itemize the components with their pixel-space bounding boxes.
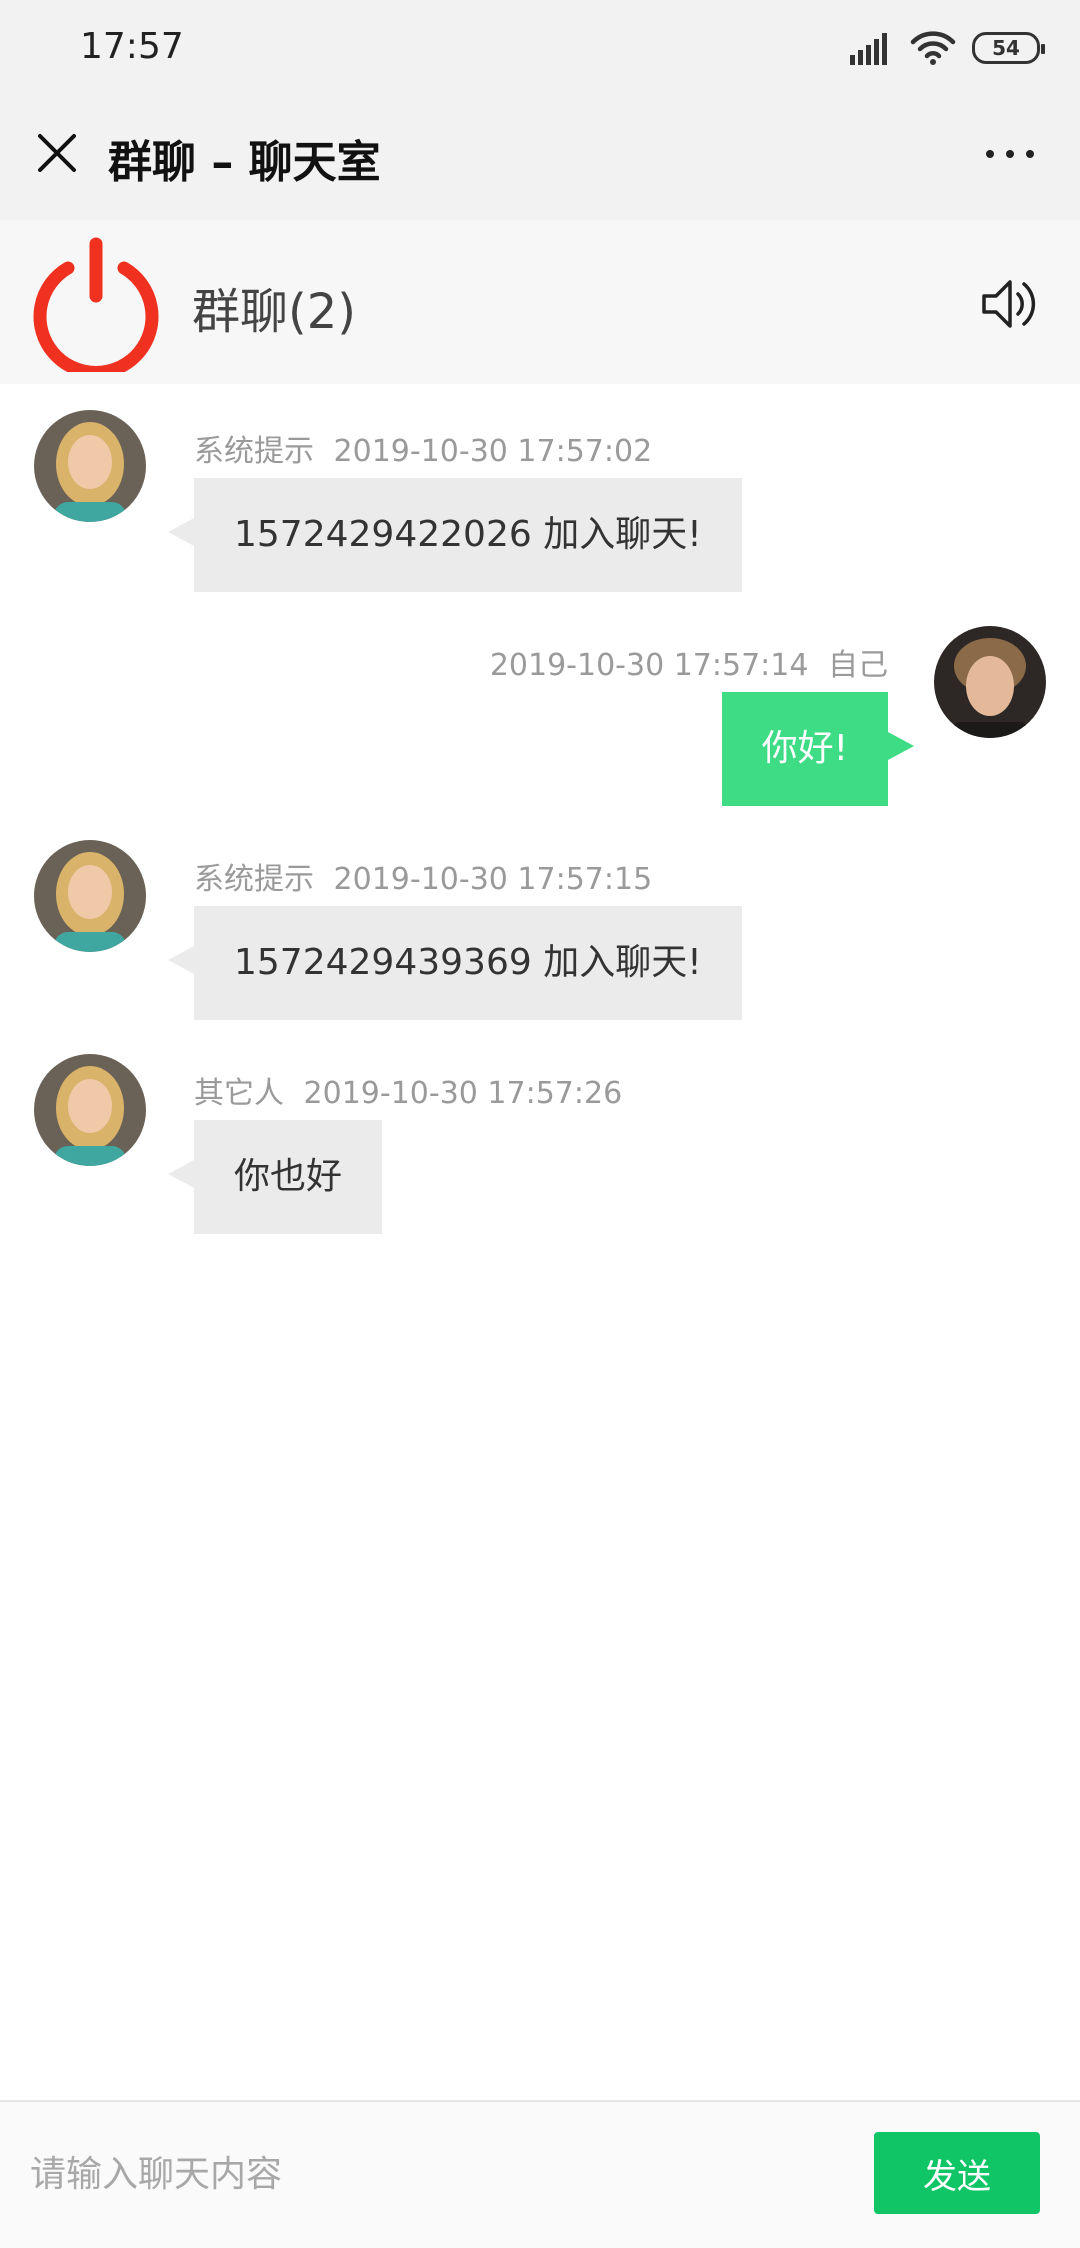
message-time: 2019-10-30 17:57:26	[303, 1076, 623, 1111]
wifi-icon	[910, 31, 956, 65]
chat-input[interactable]	[30, 2124, 860, 2224]
message-bubble[interactable]: 1572429439369 加入聊天!	[168, 906, 742, 1020]
message-time: 2019-10-30 17:57:02	[333, 434, 653, 469]
message-time: 2019-10-30 17:57:15	[333, 862, 653, 897]
more-icon[interactable]	[980, 134, 1040, 174]
message-bubble[interactable]: 你好!	[721, 692, 915, 806]
message-meta: 系统提示 2019-10-30 17:57:02	[194, 426, 652, 470]
avatar[interactable]	[34, 840, 146, 952]
input-bar: 发送	[0, 2100, 1080, 2248]
status-time: 17:57	[80, 26, 184, 67]
message-sender: 系统提示	[194, 434, 314, 469]
speaker-icon[interactable]	[978, 272, 1042, 336]
page-title: 群聊 – 聊天室	[108, 137, 381, 188]
avatar[interactable]	[34, 1054, 146, 1166]
signal-icon	[850, 33, 887, 65]
message-meta: 其它人 2019-10-30 17:57:26	[194, 1068, 622, 1112]
power-icon[interactable]	[30, 232, 162, 372]
battery-icon: 54	[972, 32, 1045, 64]
message-meta: 系统提示 2019-10-30 17:57:15	[194, 854, 652, 898]
close-icon[interactable]	[30, 126, 84, 180]
message-bubble[interactable]: 1572429422026 加入聊天!	[168, 478, 742, 592]
message-time: 2019-10-30 17:57:14	[489, 648, 809, 683]
message-meta: 2019-10-30 17:57:14 自己	[490, 640, 888, 684]
message-sender: 系统提示	[194, 862, 314, 897]
message-sender: 其它人	[194, 1076, 284, 1111]
status-bar: 17:57 54	[0, 0, 1080, 96]
room-name: 群聊(2)	[192, 284, 356, 340]
avatar[interactable]	[934, 626, 1046, 738]
message-bubble[interactable]: 你也好	[167, 1120, 383, 1234]
status-icons: 54	[850, 28, 1045, 68]
avatar[interactable]	[34, 410, 146, 522]
room-header: 群聊(2)	[0, 220, 1080, 384]
title-bar: 群聊 – 聊天室	[0, 96, 1080, 220]
message-sender: 自己	[828, 648, 888, 683]
send-button[interactable]: 发送	[874, 2132, 1040, 2214]
message-list: 系统提示 2019-10-30 17:57:02 1572429422026 加…	[0, 384, 1080, 2100]
